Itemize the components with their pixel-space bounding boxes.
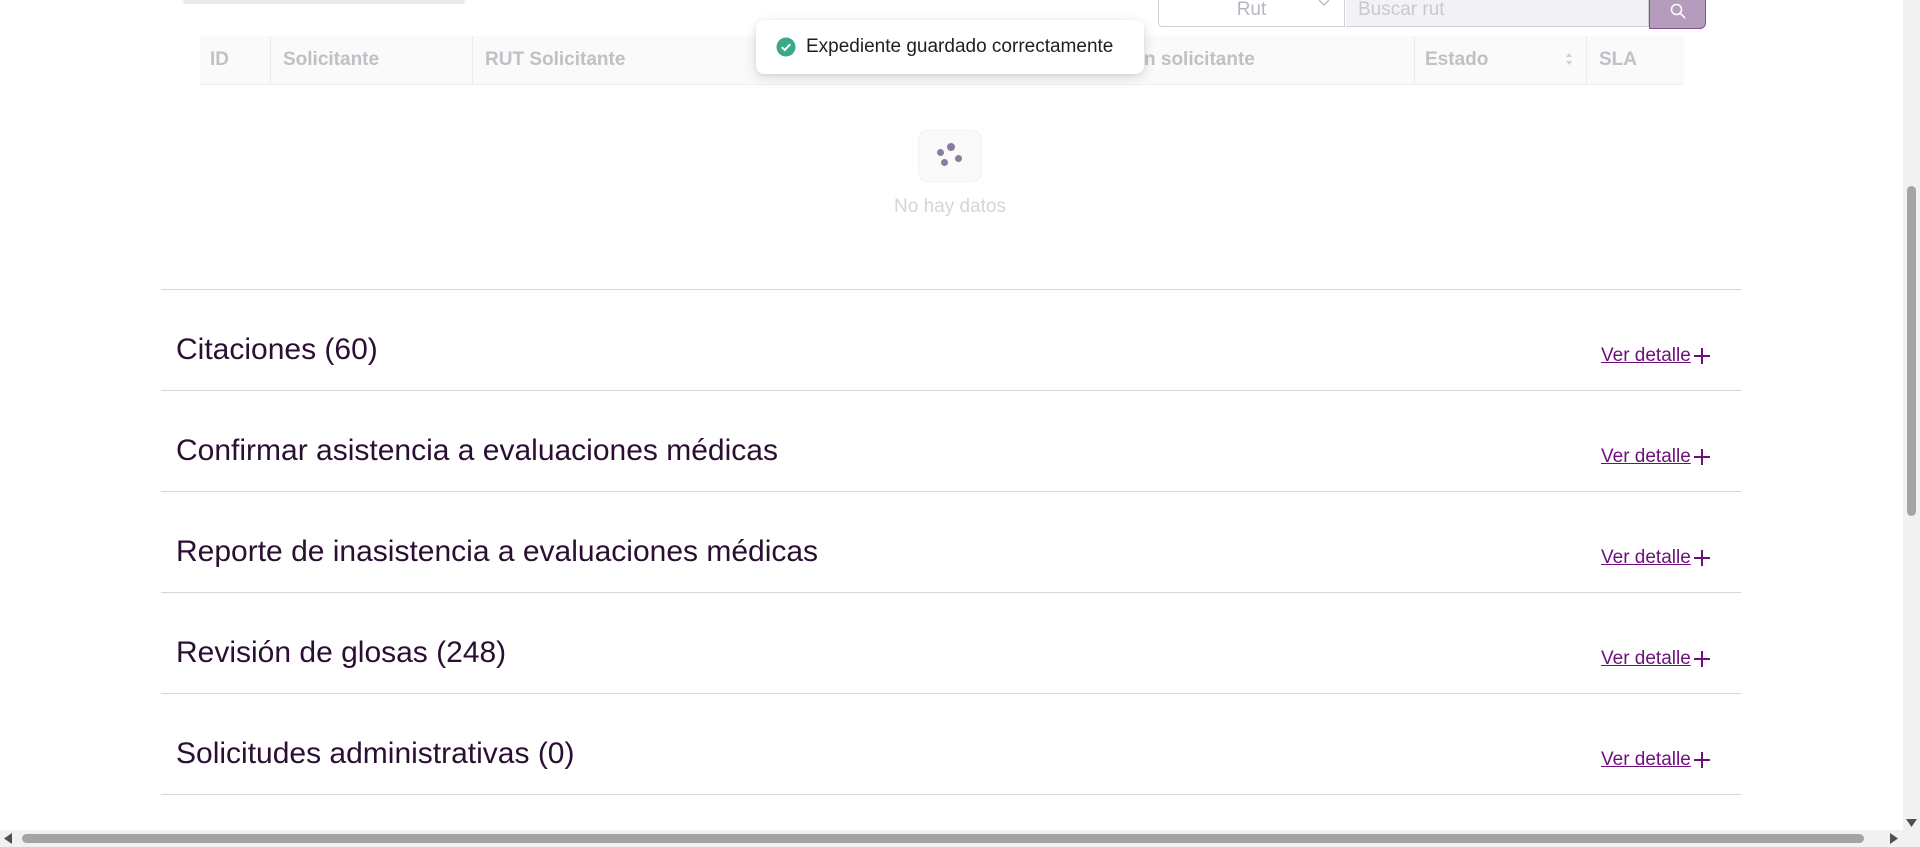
section-divider xyxy=(161,693,1741,694)
scroll-left-arrow-icon[interactable] xyxy=(4,833,12,844)
section-title-confirmar-asistencia: Confirmar asistencia a evaluaciones médi… xyxy=(176,434,778,467)
loading-spinner-icon xyxy=(918,130,982,182)
empty-state-text: No hay datos xyxy=(894,196,1006,217)
vertical-scrollbar[interactable] xyxy=(1903,0,1920,830)
horizontal-scrollbar[interactable] xyxy=(0,830,1920,847)
section-divider xyxy=(161,592,1741,593)
scroll-down-arrow-icon[interactable] xyxy=(1906,819,1917,827)
success-toast: Expediente guardado correctamente xyxy=(756,20,1144,74)
ver-detalle-confirmar-asistencia-link[interactable]: Ver detalle xyxy=(1601,446,1711,468)
plus-icon xyxy=(1693,449,1710,465)
column-header-id[interactable]: ID xyxy=(200,36,280,84)
chevron-down-icon xyxy=(1318,0,1330,6)
search-placeholder: Buscar rut xyxy=(1358,0,1445,20)
section-title-reporte-inasistencia: Reporte de inasistencia a evaluaciones m… xyxy=(176,535,819,568)
section-title-citaciones: Citaciones (60) xyxy=(176,333,378,366)
ver-detalle-reporte-inasistencia-link[interactable]: Ver detalle xyxy=(1601,547,1711,569)
column-header-estado[interactable]: Estado xyxy=(1414,36,1585,84)
search-type-select[interactable]: Rut xyxy=(1158,0,1345,27)
column-header-sla[interactable]: SLA xyxy=(1586,36,1697,84)
plus-icon xyxy=(1693,348,1710,364)
check-circle-icon xyxy=(776,37,796,57)
column-header-solicitante-partial[interactable]: n solicitante xyxy=(1140,36,1444,84)
ver-detalle-solicitudes-administrativas-link[interactable]: Ver detalle xyxy=(1601,749,1711,771)
sort-icon[interactable] xyxy=(1565,52,1573,66)
search-type-value: Rut xyxy=(1236,0,1267,20)
ver-detalle-revision-glosas-link[interactable]: Ver detalle xyxy=(1601,648,1711,670)
scroll-right-arrow-icon[interactable] xyxy=(1890,833,1898,844)
empty-state: No hay datos xyxy=(880,130,1020,218)
search-icon xyxy=(1670,3,1686,19)
section-divider xyxy=(161,794,1741,795)
section-title-revision-glosas: Revisión de glosas (248) xyxy=(176,636,507,669)
plus-icon xyxy=(1693,651,1710,667)
section-divider xyxy=(161,390,1741,391)
search-button[interactable] xyxy=(1649,0,1706,29)
top-tab-indicator xyxy=(183,0,465,4)
section-divider xyxy=(161,289,1741,290)
ver-detalle-citaciones-link[interactable]: Ver detalle xyxy=(1601,345,1711,367)
horizontal-scrollbar-thumb[interactable] xyxy=(22,834,1864,843)
search-input[interactable]: Buscar rut xyxy=(1346,0,1649,27)
plus-icon xyxy=(1693,752,1710,768)
toast-message: Expediente guardado correctamente xyxy=(806,36,1114,57)
column-header-solicitante[interactable]: Solicitante xyxy=(270,36,483,84)
plus-icon xyxy=(1693,550,1710,566)
section-title-solicitudes-administrativas: Solicitudes administrativas (0) xyxy=(176,737,575,770)
vertical-scrollbar-thumb[interactable] xyxy=(1907,186,1916,516)
section-divider xyxy=(161,491,1741,492)
